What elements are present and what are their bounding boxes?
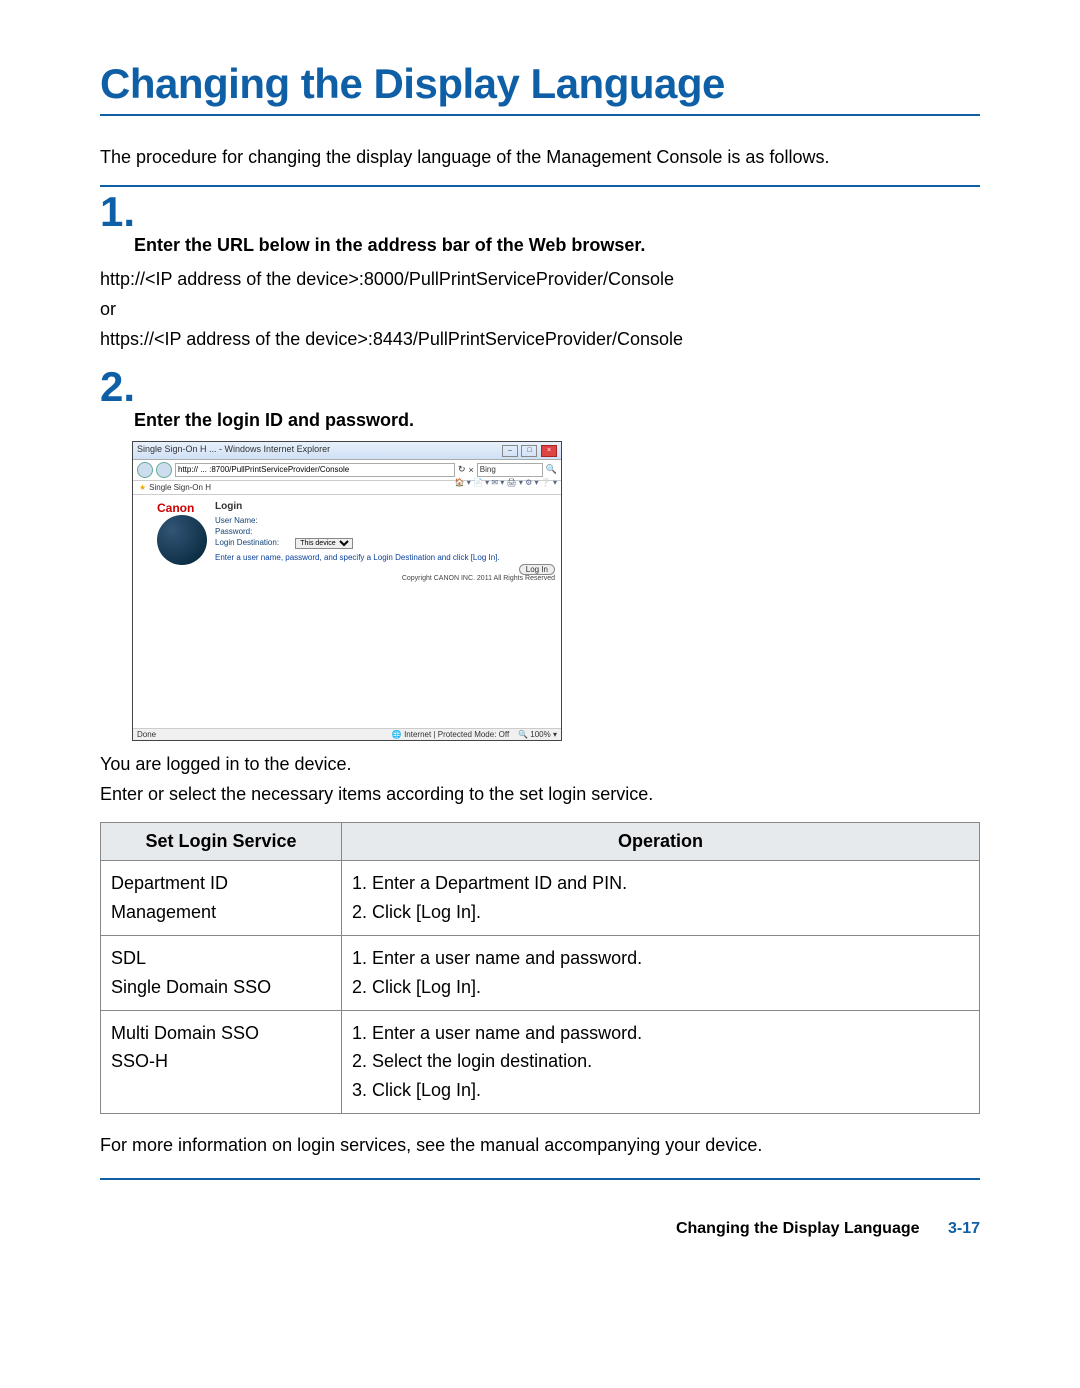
fav-label: Single Sign-On H (149, 483, 211, 492)
search-icon: 🔍 (546, 464, 557, 475)
service-cell: SDL (111, 944, 331, 973)
step-1-url-http: http://<IP address of the device>:8000/P… (100, 266, 980, 294)
dest-select: This device (295, 538, 353, 549)
zoom-icon: 🔍 (518, 730, 528, 739)
op-cell: 2. Click [Log In]. (352, 898, 969, 927)
step-1-url-https: https://<IP address of the device>:8443/… (100, 326, 980, 354)
page-footer: Changing the Display Language 3-17 (100, 1220, 980, 1238)
refresh-icon: ↻ (458, 464, 466, 475)
section-divider-bottom (100, 1178, 980, 1180)
document-page: Changing the Display Language The proced… (0, 0, 1080, 1278)
window-title: Single Sign-On H ... - Windows Internet … (137, 444, 330, 457)
login-hint: Enter a user name, password, and specify… (215, 553, 555, 562)
step-2-after2: Enter or select the necessary items acco… (100, 781, 980, 809)
step-number-1: 1. (100, 191, 980, 233)
service-cell: Multi Domain SSO (111, 1019, 331, 1048)
step-number-2: 2. (100, 366, 980, 408)
canon-logo: Canon (157, 501, 207, 515)
th-operation: Operation (342, 823, 980, 861)
login-service-table-wrap: Set Login Service Operation Department I… (100, 822, 980, 1114)
password-label: Password: (215, 527, 293, 536)
copyright: Copyright CANON INC. 2011 All Rights Res… (215, 575, 555, 582)
step-1-title: Enter the URL below in the address bar o… (134, 235, 980, 256)
login-form: Login User Name: Password: Login Destina… (215, 501, 555, 582)
username-label: User Name: (215, 516, 293, 525)
section-divider (100, 185, 980, 187)
step-2-body: You are logged in to the device. Enter o… (100, 751, 980, 809)
step-2: 2. Enter the login ID and password. Sing… (100, 366, 980, 1160)
back-icon (137, 462, 153, 478)
star-icon: ★ (139, 483, 146, 492)
closing-text: For more information on login services, … (100, 1132, 980, 1160)
dest-label: Login Destination: (215, 538, 293, 547)
globe-icon: 🌐 (392, 730, 402, 739)
op-cell: 2. Select the login destination. (352, 1047, 969, 1076)
device-image (157, 515, 207, 565)
status-bar: Done 🌐 Internet | Protected Mode: Off 🔍 … (133, 728, 561, 740)
step-1-or: or (100, 296, 980, 324)
op-cell: 1. Enter a Department ID and PIN. (352, 869, 969, 898)
table-row: SDL Single Domain SSO 1. Enter a user na… (101, 936, 980, 1011)
table-row: Department ID Management 1. Enter a Depa… (101, 861, 980, 936)
login-area: Canon Login User Name: Password: Login D… (133, 495, 561, 582)
page-title: Changing the Display Language (100, 60, 980, 108)
window-buttons: – □ × (501, 444, 557, 457)
intro-text: The procedure for changing the display l… (100, 144, 980, 171)
address-bar (175, 463, 455, 477)
service-cell: Department ID Management (111, 869, 331, 927)
stop-icon: × (469, 465, 474, 475)
op-cell: 2. Click [Log In]. (352, 973, 969, 1002)
login-button: Log In (519, 564, 555, 575)
heading-rule (100, 114, 980, 116)
step-2-after1: You are logged in to the device. (100, 751, 980, 779)
step-1-body: http://<IP address of the device>:8000/P… (100, 266, 980, 354)
service-cell: SSO-H (111, 1047, 331, 1076)
th-service: Set Login Service (101, 823, 342, 861)
footer-page: 3-17 (948, 1220, 980, 1237)
forward-icon (156, 462, 172, 478)
op-cell: 3. Click [Log In]. (352, 1076, 969, 1105)
status-zoom: 100% (530, 730, 550, 739)
login-service-table: Set Login Service Operation Department I… (100, 822, 980, 1114)
login-heading: Login (215, 501, 555, 512)
op-cell: 1. Enter a user name and password. (352, 1019, 969, 1048)
service-cell: Single Domain SSO (111, 973, 331, 1002)
op-cell: 1. Enter a user name and password. (352, 944, 969, 973)
status-zone: Internet | Protected Mode: Off (404, 730, 509, 739)
brand-column: Canon (157, 501, 207, 582)
minimize-icon: – (502, 445, 518, 457)
login-screenshot: Single Sign-On H ... - Windows Internet … (132, 441, 562, 741)
maximize-icon: □ (521, 445, 537, 457)
footer-title: Changing the Display Language (676, 1220, 920, 1237)
ie-titlebar: Single Sign-On H ... - Windows Internet … (133, 442, 561, 460)
table-row: Multi Domain SSO SSO-H 1. Enter a user n… (101, 1010, 980, 1113)
step-1: 1. Enter the URL below in the address ba… (100, 191, 980, 354)
search-box: Bing (477, 463, 543, 477)
close-icon: × (541, 445, 557, 457)
ie-toolbar-icons: 🏠 ▾ 📄 ▾ ✉ ▾ 🖨 ▾ ⚙ ▾ ❔ ▾ (455, 478, 557, 487)
step-2-title: Enter the login ID and password. (134, 410, 980, 431)
status-done: Done (137, 730, 156, 739)
